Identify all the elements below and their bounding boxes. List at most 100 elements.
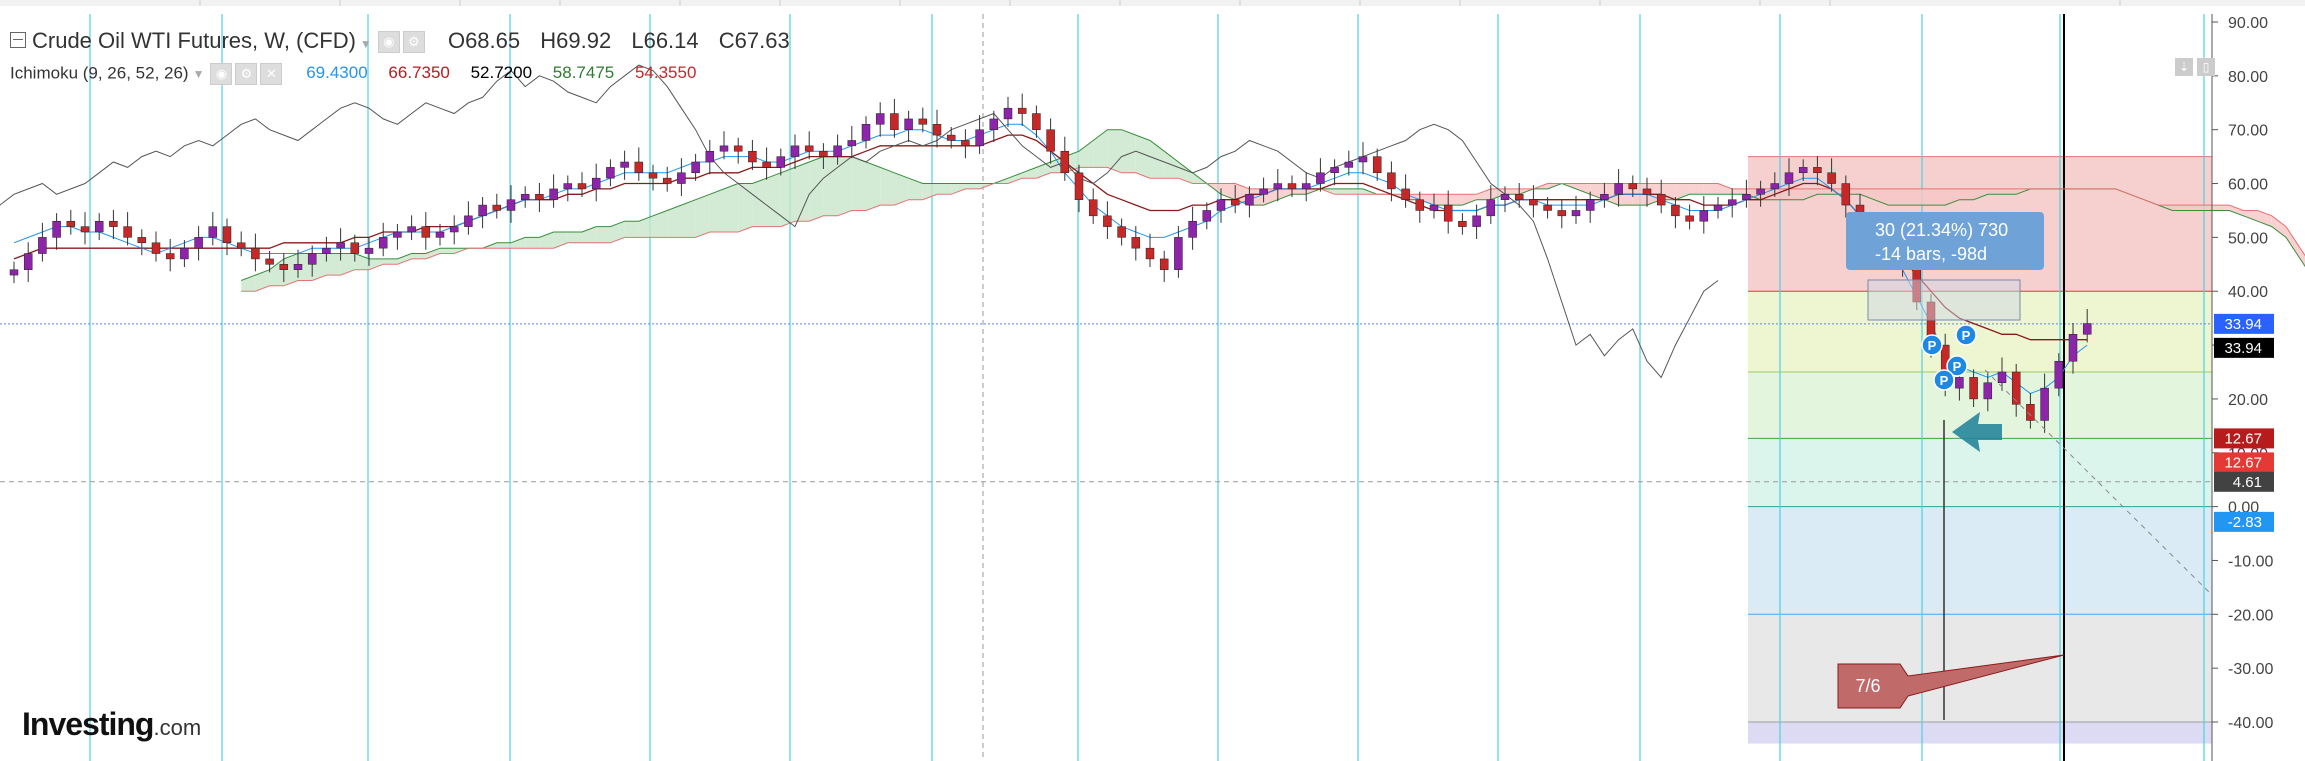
candle-body	[946, 134, 956, 141]
candle	[165, 239, 175, 272]
cloud-segment	[866, 162, 881, 211]
candle	[1401, 174, 1410, 208]
axis-tick-label: 20.00	[2228, 392, 2268, 409]
cloud-segment	[1121, 129, 1136, 173]
scroll-down-icon[interactable]: ⇣	[2175, 58, 2193, 76]
candle-body	[904, 118, 913, 130]
candle-body	[180, 247, 189, 260]
gear-icon[interactable]: ⚙	[235, 63, 258, 85]
candle-body	[1117, 226, 1126, 238]
chevron-down-icon[interactable]: ▼	[193, 67, 205, 81]
candle-body	[1330, 167, 1339, 174]
candle	[705, 139, 715, 175]
candle-body	[492, 204, 502, 211]
cloud-segment	[1703, 183, 1718, 195]
candle	[208, 212, 218, 246]
cloud-segment	[709, 188, 724, 232]
candle	[1088, 188, 1098, 224]
candle-body	[1202, 210, 1212, 222]
cloud-segment	[340, 253, 355, 276]
candle	[393, 223, 402, 250]
candle-body	[1344, 161, 1354, 168]
candle-body	[350, 242, 360, 254]
measure-box	[1867, 279, 2021, 321]
close-icon[interactable]: ✕	[260, 63, 283, 85]
candle-body	[1017, 107, 1027, 114]
ohlc-open: O68.65	[447, 28, 521, 53]
price-chart[interactable]: 30 (21.34%) 730-14 bars, -98dPPPP7/6 90.…	[0, 0, 2305, 761]
candle-body	[293, 264, 303, 270]
candle-body	[1514, 194, 1524, 200]
candle-body	[1585, 199, 1595, 211]
candle-body	[165, 253, 175, 260]
eye-icon[interactable]: ◉	[210, 63, 233, 85]
candle-body	[1046, 129, 1055, 152]
cloud-segment	[2215, 205, 2230, 211]
candle-body	[2068, 334, 2078, 362]
cloud-segment	[795, 162, 810, 222]
candle	[961, 129, 970, 159]
candle-body	[1230, 199, 1240, 206]
candle-body	[549, 188, 558, 200]
candle-body	[1969, 377, 1978, 400]
gear-icon[interactable]: ⚙	[402, 31, 425, 54]
cloud-segment	[2002, 188, 2017, 195]
candle-body	[833, 145, 842, 157]
eye-icon[interactable]: ◉	[377, 31, 400, 54]
price-badge-label: 12.67	[2224, 454, 2262, 471]
candle	[1117, 218, 1126, 246]
candle	[591, 163, 601, 202]
candle-body	[1103, 215, 1112, 227]
cloud-segment	[2243, 210, 2258, 222]
candle	[1514, 183, 1524, 208]
pivot-marker: P	[1955, 324, 1977, 346]
candle-body	[1685, 215, 1694, 222]
candle-body	[705, 150, 715, 163]
price-badge: 33.94	[2214, 313, 2274, 334]
candle	[563, 175, 573, 202]
candle-body	[307, 253, 317, 265]
candle	[492, 193, 502, 219]
candle	[1671, 197, 1680, 229]
collapse-legend-icon[interactable]	[10, 32, 26, 49]
candle-body	[748, 150, 757, 163]
candle-body	[1955, 377, 1964, 389]
cloud-segment	[1348, 188, 1363, 195]
candle-body	[1387, 172, 1396, 190]
chevron-down-icon[interactable]: ▼	[360, 37, 372, 51]
cloud-segment	[610, 221, 625, 243]
cloud-segment	[1277, 188, 1292, 200]
axis-tick-label: 80.00	[2228, 69, 2268, 86]
pivot-marker-label: P	[1940, 373, 1949, 388]
span-b-value: 54.3550	[634, 63, 697, 83]
candle-body	[1188, 220, 1197, 238]
axis-tick-label: -40.00	[2228, 715, 2273, 732]
candle-body	[961, 140, 970, 147]
ohlc-close: C67.63	[718, 28, 790, 53]
axis-tick-label: 40.00	[2228, 284, 2268, 301]
candle-body	[691, 161, 700, 174]
candle	[464, 201, 473, 235]
price-badge: 33.94	[2214, 337, 2274, 358]
candle	[52, 213, 61, 250]
pivot-marker-label: P	[1953, 359, 1962, 374]
cloud-segment	[681, 199, 696, 238]
candle	[748, 139, 757, 171]
cloud-segment	[369, 258, 384, 270]
candle-body	[1273, 183, 1283, 190]
candle	[847, 125, 857, 159]
candle	[1699, 195, 1709, 234]
candle-body	[1145, 247, 1155, 260]
candle-body	[975, 129, 984, 147]
cloud-segment	[2229, 205, 2244, 216]
candle-body	[94, 220, 104, 233]
candle-body	[847, 140, 857, 147]
candle-body	[819, 150, 828, 157]
candle-body	[421, 226, 431, 238]
pivot-marker-label: P	[1928, 338, 1937, 353]
price-badge-label: 33.94	[2224, 316, 2262, 333]
pivot-marker: P	[1933, 369, 1955, 391]
maximize-icon[interactable]: ▯	[2197, 58, 2215, 76]
candle-body	[606, 167, 615, 179]
axis-tick-label: 70.00	[2228, 123, 2268, 140]
